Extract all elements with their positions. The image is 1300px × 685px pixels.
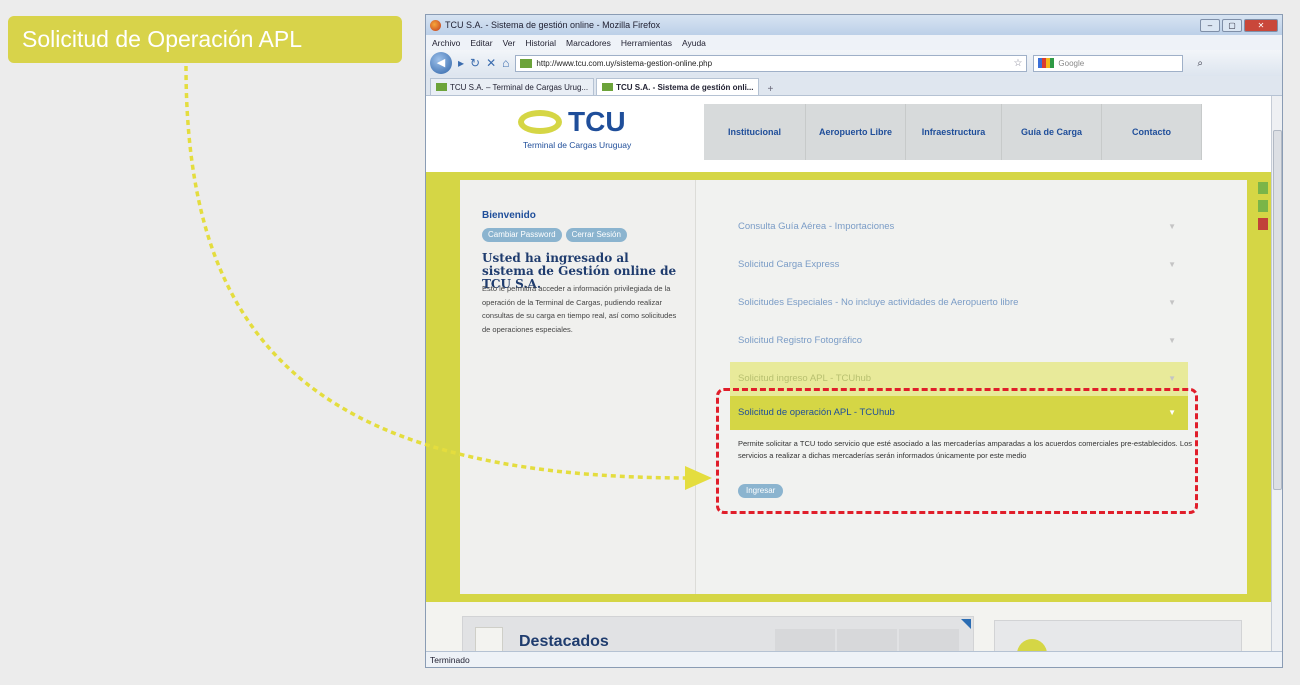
right-feature-card [994, 620, 1242, 651]
firefox-icon [430, 19, 441, 31]
search-icon[interactable]: ⌕ [1197, 58, 1203, 69]
minimize-button[interactable]: – [1200, 18, 1220, 32]
tab-label: TCU S.A. – Terminal de Cargas Urug... [450, 82, 589, 92]
navigation-toolbar: ◀ ▸ ↻ ✕ ⌂ http://www.tcu.com.uy/sistema-… [426, 50, 1282, 76]
destacados-tab[interactable] [775, 629, 835, 651]
change-password-button[interactable]: Cambiar Password [482, 228, 562, 242]
menu-bar: Archivo Editar Ver Historial Marcadores … [426, 35, 1282, 50]
tab-terminal-cargas[interactable]: TCU S.A. – Terminal de Cargas Urug... [430, 78, 595, 95]
tab-strip: TCU S.A. – Terminal de Cargas Urug... TC… [426, 76, 1282, 96]
tab-favicon-icon [602, 83, 614, 91]
window-controls: – ▢ ✕ [1200, 18, 1282, 32]
corner-flag-icon [961, 619, 971, 629]
site-favicon-icon [520, 58, 533, 68]
browser-window: TCU S.A. - Sistema de gestión online - M… [425, 14, 1283, 668]
title-bar: TCU S.A. - Sistema de gestión online - M… [426, 15, 1282, 35]
menu-ver[interactable]: Ver [503, 38, 516, 48]
bookmark-star-icon[interactable]: ☆ [1013, 58, 1026, 69]
tab-sistema-gestion[interactable]: TCU S.A. - Sistema de gestión onli... [596, 78, 760, 95]
menu-herramientas[interactable]: Herramientas [621, 38, 672, 48]
close-button[interactable]: ✕ [1244, 18, 1278, 32]
window-title: TCU S.A. - Sistema de gestión online - M… [445, 20, 661, 30]
content-box: Bienvenido Cambiar Password Cerrar Sesió… [460, 180, 1247, 594]
home-side-icon[interactable] [1258, 182, 1268, 194]
accordion-item-consulta-guia[interactable]: Consulta Guía Aérea - Importaciones ▼ [730, 210, 1188, 244]
chevron-down-icon: ▼ [1168, 222, 1176, 231]
destacados-title: Destacados [519, 633, 609, 650]
highlight-dashed-frame [716, 388, 1198, 514]
chevron-down-icon: ▼ [1168, 260, 1176, 269]
chevron-down-icon: ▼ [1168, 336, 1176, 345]
nav-infraestructura[interactable]: Infraestructura [906, 104, 1002, 160]
forward-arrow-icon[interactable]: ▸ [458, 56, 464, 70]
destacados-tabs [775, 629, 959, 651]
welcome-heading: Bienvenido [482, 210, 536, 221]
main-nav: Institucional Aeropuerto Libre Infraestr… [704, 104, 1202, 160]
destacados-tab[interactable] [899, 629, 959, 651]
tab-label: TCU S.A. - Sistema de gestión onli... [616, 82, 754, 92]
feature-circle-icon [1017, 639, 1047, 651]
accordion-item-label: Solicitud ingreso APL - TCUhub [738, 373, 872, 384]
logo-text: TCU [568, 106, 626, 137]
nav-aeropuerto-libre[interactable]: Aeropuerto Libre [806, 104, 906, 160]
site-header: TCU Terminal de Cargas Uruguay Instituci… [426, 96, 1271, 172]
accordion-item-label: Solicitud Registro Fotográfico [738, 335, 863, 346]
reload-icon[interactable]: ↻ [470, 56, 480, 70]
search-input[interactable]: Google [1033, 54, 1184, 72]
tcu-logo[interactable]: TCU Terminal de Cargas Uruguay [518, 106, 678, 162]
accordion-item-carga-express[interactable]: Solicitud Carga Express ▼ [730, 248, 1188, 282]
nav-guia-de-carga[interactable]: Guía de Carga [1002, 104, 1102, 160]
menu-editar[interactable]: Editar [470, 38, 492, 48]
new-tab-icon[interactable]: + [761, 84, 779, 95]
url-text: http://www.tcu.com.uy/sistema-gestion-on… [536, 58, 713, 68]
back-arrow-icon[interactable]: ◀ [430, 52, 452, 74]
nav-contacto[interactable]: Contacto [1102, 104, 1202, 160]
accordion-item-registro-fotografico[interactable]: Solicitud Registro Fotográfico ▼ [730, 324, 1188, 358]
scrollbar-thumb[interactable] [1273, 130, 1282, 490]
logo-mark-icon [518, 110, 562, 134]
accordion-item-solicitudes-especiales[interactable]: Solicitudes Especiales - No incluye acti… [730, 286, 1188, 320]
status-bar: Terminado [426, 651, 1282, 667]
google-icon [1038, 58, 1055, 68]
logo-subtitle: Terminal de Cargas Uruguay [523, 140, 632, 150]
accordion-item-label: Consulta Guía Aérea - Importaciones [738, 221, 895, 232]
account-buttons: Cambiar Password Cerrar Sesión [482, 228, 627, 242]
url-bar[interactable]: http://www.tcu.com.uy/sistema-gestion-on… [515, 54, 1028, 72]
destacados-panel: Destacados [462, 616, 974, 651]
intro-body: Esto le permitirá acceder a información … [482, 284, 677, 334]
callout-label: Solicitud de Operación APL [8, 16, 402, 63]
vertical-scrollbar[interactable] [1271, 96, 1282, 651]
side-icons [1258, 182, 1270, 236]
search-placeholder: Google [1058, 58, 1085, 68]
menu-archivo[interactable]: Archivo [432, 38, 460, 48]
stop-icon[interactable]: ✕ [486, 56, 496, 70]
menu-ayuda[interactable]: Ayuda [682, 38, 706, 48]
page-viewport: TCU Terminal de Cargas Uruguay Instituci… [426, 96, 1271, 651]
tab-favicon-icon [436, 83, 447, 91]
destacados-icon [475, 627, 503, 651]
home-icon[interactable]: ⌂ [502, 56, 509, 70]
accordion-item-label: Solicitud Carga Express [738, 259, 840, 270]
logout-button[interactable]: Cerrar Sesión [565, 228, 627, 242]
destacados-tab[interactable] [837, 629, 897, 651]
maximize-button[interactable]: ▢ [1222, 18, 1242, 32]
content-band: Bienvenido Cambiar Password Cerrar Sesió… [426, 172, 1271, 602]
flag-uk-icon[interactable] [1258, 218, 1268, 230]
chevron-down-icon: ▼ [1168, 298, 1176, 307]
menu-historial[interactable]: Historial [525, 38, 556, 48]
accordion-item-label: Solicitudes Especiales - No incluye acti… [738, 297, 1019, 308]
sitemap-side-icon[interactable] [1258, 200, 1268, 212]
welcome-panel: Bienvenido Cambiar Password Cerrar Sesió… [460, 180, 696, 594]
nav-institucional[interactable]: Institucional [704, 104, 806, 160]
menu-marcadores[interactable]: Marcadores [566, 38, 611, 48]
